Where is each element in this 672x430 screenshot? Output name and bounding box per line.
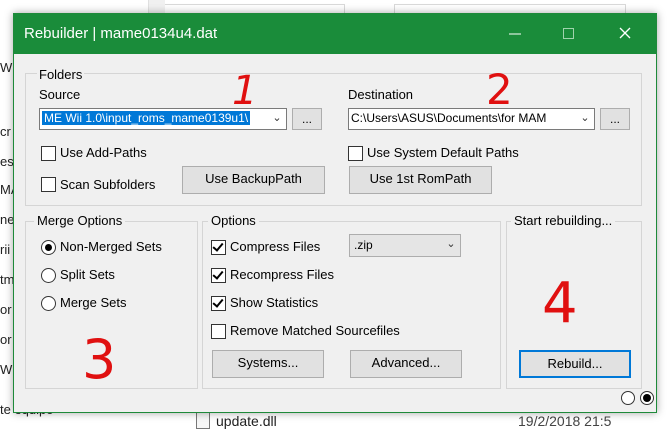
annotation-layer: 1 2 3 4 (82, 65, 578, 391)
annotation-3: 3 (82, 328, 116, 391)
annotation-1: 1 (232, 68, 257, 114)
annotation-4: 4 (542, 271, 578, 336)
annotation-2: 2 (486, 65, 513, 114)
